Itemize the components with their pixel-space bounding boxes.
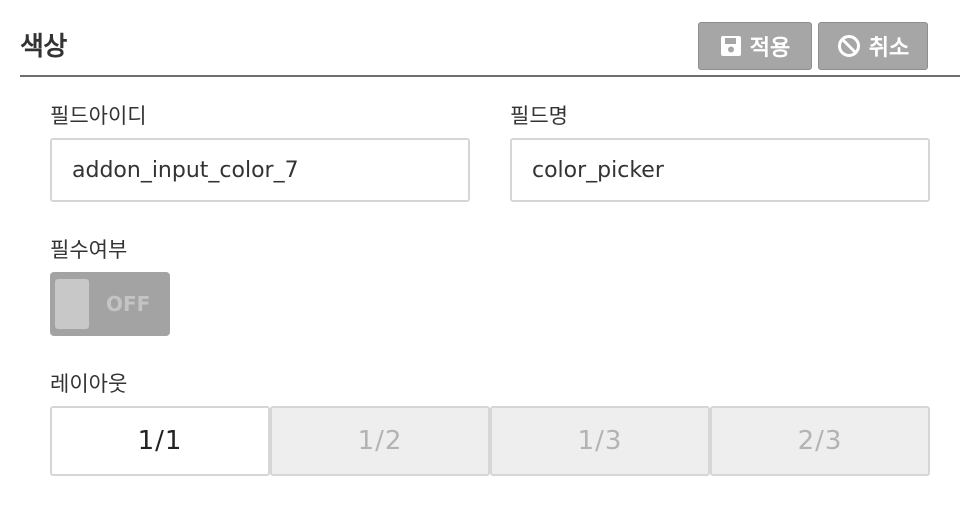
field-name-input[interactable] <box>510 138 930 202</box>
apply-button-label: 적용 <box>749 36 791 61</box>
field-id-label: 필드아이디 <box>50 104 147 128</box>
layout-option-1-3[interactable]: 1/3 <box>490 406 710 476</box>
field-id-input[interactable] <box>50 138 470 202</box>
layout-option-2-3[interactable]: 2/3 <box>710 406 930 476</box>
ban-icon <box>837 34 861 58</box>
apply-button[interactable]: 적용 <box>698 22 812 70</box>
save-icon <box>720 35 742 57</box>
layout-option-1-1[interactable]: 1/1 <box>50 406 270 476</box>
toggle-knob <box>55 279 89 329</box>
toggle-state-text: OFF <box>106 292 151 316</box>
layout-label: 레이아웃 <box>50 372 128 396</box>
required-label: 필수여부 <box>50 238 128 262</box>
panel-title: 색상 <box>20 32 67 62</box>
field-name-label: 필드명 <box>510 104 568 128</box>
cancel-button-label: 취소 <box>868 36 910 61</box>
layout-option-1-2[interactable]: 1/2 <box>270 406 490 476</box>
cancel-button[interactable]: 취소 <box>818 22 928 70</box>
required-toggle[interactable]: OFF <box>50 272 170 336</box>
